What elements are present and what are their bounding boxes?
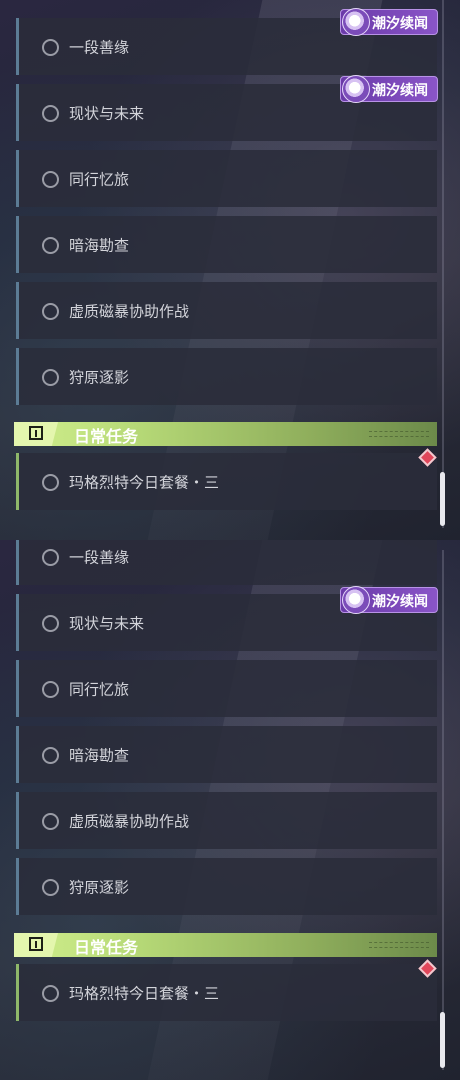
- event-badge[interactable]: 潮汐续闻: [340, 75, 438, 103]
- quest-item[interactable]: 同行忆旅: [16, 150, 437, 207]
- quest-label: 暗海勘查: [69, 236, 130, 254]
- badge-text: 潮汐续闻: [372, 83, 428, 99]
- quest-label: 同行忆旅: [69, 170, 130, 188]
- quest-label: 狩原逐影: [69, 878, 130, 896]
- wuthering-waves-logo-icon: [342, 75, 370, 103]
- quest-item[interactable]: 暗海勘查: [16, 216, 437, 273]
- radio-unchecked-icon: [42, 614, 59, 632]
- quest-item[interactable]: 狩原逐影: [16, 858, 437, 915]
- scrollbar-thumb[interactable]: [440, 1012, 445, 1068]
- quest-label: 暗海勘查: [69, 746, 130, 764]
- badge-text: 潮汐续闻: [372, 594, 428, 610]
- quest-item[interactable]: 暗海勘查: [16, 726, 437, 783]
- quest-item[interactable]: 虚质磁暴协助作战: [16, 282, 437, 339]
- exclamation-box-icon: [29, 426, 43, 440]
- scrollbar-track[interactable]: [442, 0, 444, 528]
- badge-text: 潮汐续闻: [372, 16, 428, 32]
- quest-label: 狩原逐影: [69, 368, 130, 386]
- daily-quests-header[interactable]: 日常任务: [14, 422, 437, 446]
- radio-unchecked-icon: [42, 302, 59, 320]
- quest-label: 虚质磁暴协助作战: [69, 812, 190, 830]
- quest-panel-bottom: 一段善缘 现状与未来 同行忆旅 暗海勘查 虚质磁暴协助作战 狩原逐影 日常任务 …: [0, 540, 460, 1080]
- exclamation-box-icon: [29, 937, 43, 951]
- radio-unchecked-icon: [42, 473, 59, 491]
- radio-unchecked-icon: [42, 680, 59, 698]
- section-title: 日常任务: [74, 938, 139, 957]
- quest-label: 一段善缘: [69, 38, 130, 56]
- event-badge[interactable]: 潮汐续闻: [340, 586, 438, 614]
- section-title: 日常任务: [74, 427, 139, 446]
- header-decoration: [369, 942, 429, 948]
- wuthering-waves-logo-icon: [342, 586, 370, 614]
- daily-quest-item[interactable]: 玛格烈特今日套餐・三: [16, 964, 437, 1021]
- wuthering-waves-logo-icon: [342, 8, 370, 36]
- quest-item[interactable]: 一段善缘: [16, 540, 437, 585]
- radio-unchecked-icon: [42, 812, 59, 830]
- quest-item[interactable]: 虚质磁暴协助作战: [16, 792, 437, 849]
- radio-unchecked-icon: [42, 104, 59, 122]
- quest-label: 同行忆旅: [69, 680, 130, 698]
- radio-unchecked-icon: [42, 746, 59, 764]
- radio-unchecked-icon: [42, 38, 59, 56]
- quest-label: 现状与未来: [69, 104, 145, 122]
- quest-label: 现状与未来: [69, 614, 145, 632]
- event-badge[interactable]: 潮汐续闻: [340, 8, 438, 36]
- quest-label: 玛格烈特今日套餐・三: [69, 984, 220, 1002]
- daily-quests-header[interactable]: 日常任务: [14, 933, 437, 957]
- radio-unchecked-icon: [42, 878, 59, 896]
- quest-label: 虚质磁暴协助作战: [69, 302, 190, 320]
- quest-panel-top: 一段善缘 现状与未来 同行忆旅 暗海勘查 虚质磁暴协助作战 狩原逐影 日常任务 …: [0, 0, 460, 540]
- warning-box: [14, 422, 58, 446]
- quest-label: 玛格烈特今日套餐・三: [69, 473, 220, 491]
- quest-label: 一段善缘: [69, 548, 130, 566]
- quest-item[interactable]: 狩原逐影: [16, 348, 437, 405]
- quest-item[interactable]: 同行忆旅: [16, 660, 437, 717]
- daily-quest-item[interactable]: 玛格烈特今日套餐・三: [16, 453, 437, 510]
- radio-unchecked-icon: [42, 170, 59, 188]
- header-decoration: [369, 431, 429, 437]
- radio-unchecked-icon: [42, 984, 59, 1002]
- radio-unchecked-icon: [42, 236, 59, 254]
- scrollbar-track[interactable]: [442, 550, 444, 1070]
- radio-unchecked-icon: [42, 368, 59, 386]
- radio-unchecked-icon: [42, 548, 59, 566]
- warning-box: [14, 933, 58, 957]
- scrollbar-thumb[interactable]: [440, 472, 445, 526]
